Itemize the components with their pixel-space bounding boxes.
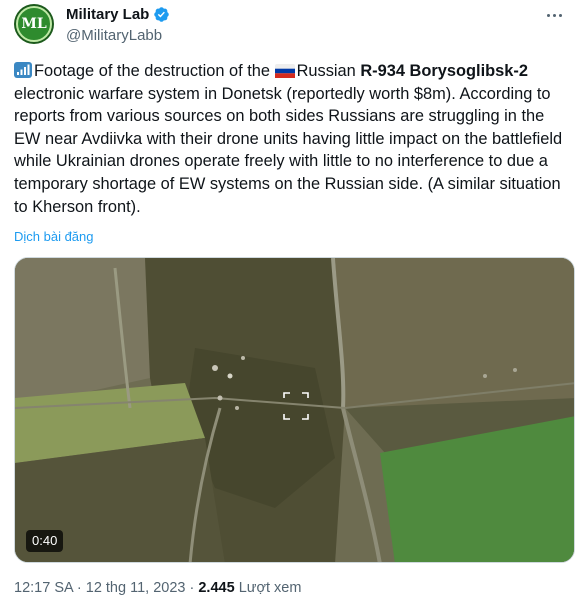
views-label: Lượt xem: [238, 580, 302, 596]
post-date[interactable]: 12 thg 11, 2023: [86, 580, 186, 596]
tweet-text: Footage of the destruction of the Russia…: [14, 60, 574, 218]
author-display-name[interactable]: Military Lab: [66, 6, 149, 23]
video-player[interactable]: [14, 257, 575, 563]
tweet-text-system-name: R-934 Borysoglibsk-2: [360, 62, 528, 80]
more-options-icon[interactable]: [540, 4, 568, 26]
tweet-text-prefix: Footage of the destruction of the: [34, 62, 275, 80]
meta-separator: ·: [185, 580, 199, 596]
author-name-row[interactable]: Military Lab: [66, 6, 170, 23]
views-count: 2.445: [198, 580, 235, 596]
tweet-text-body: electronic warfare system in Donetsk (re…: [14, 84, 563, 216]
avatar[interactable]: ML: [14, 4, 54, 44]
video-duration-badge: 0:40: [26, 530, 64, 552]
author-handle[interactable]: @MilitaryLabb: [66, 27, 162, 44]
russia-flag-icon: [274, 64, 295, 78]
avatar-logo: ML: [16, 6, 52, 42]
video-frame: [15, 258, 574, 562]
verified-badge-icon: [154, 7, 170, 22]
translate-post-link[interactable]: Dịch bài đăng: [14, 229, 94, 244]
tweet-metadata: 12:17 SA · 12 thg 11, 2023 · 2.445 Lượt …: [14, 580, 301, 596]
signal-bars-icon: [14, 62, 32, 78]
tweet-text-country: Russian: [296, 62, 361, 80]
post-time[interactable]: 12:17 SA: [14, 580, 73, 596]
meta-separator: ·: [72, 580, 86, 596]
